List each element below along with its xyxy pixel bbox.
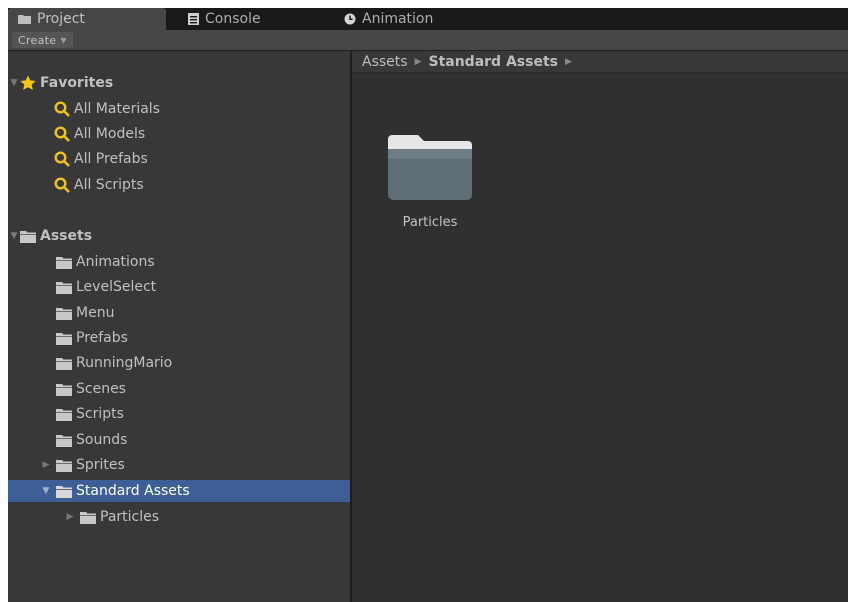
- tree-item-runningmario[interactable]: RunningMario: [8, 352, 350, 374]
- tab-bar: Project Console Animation: [8, 8, 848, 30]
- tree-item-label: LevelSelect: [76, 279, 157, 295]
- expand-arrow-icon[interactable]: ▶: [40, 460, 52, 470]
- folder-icon: [56, 332, 72, 345]
- folder-icon: [18, 14, 31, 24]
- tree-item-label: All Materials: [74, 101, 160, 117]
- tab-console-label: Console: [205, 11, 261, 27]
- tree-item-all-materials[interactable]: All Materials: [8, 98, 350, 120]
- folder-icon: [56, 256, 72, 269]
- create-label: Create: [18, 33, 57, 47]
- tree-item-label: Scenes: [76, 381, 126, 397]
- tab-animation[interactable]: Animation: [334, 8, 484, 30]
- console-icon: [188, 13, 199, 25]
- search-icon: [54, 177, 70, 193]
- folder-icon: [56, 408, 72, 421]
- breadcrumb: Assets ▶ Standard Assets ▶: [352, 51, 848, 73]
- chevron-down-icon: ▼: [60, 35, 67, 45]
- tab-project-label: Project: [37, 11, 85, 27]
- tree-item-particles[interactable]: ▶ Particles: [8, 506, 350, 528]
- create-button[interactable]: Create ▼: [12, 32, 73, 48]
- tree-panel-top: [8, 51, 350, 71]
- asset-tile-label: Particles: [402, 215, 458, 230]
- tree-item-label: All Models: [74, 126, 146, 142]
- toolbar: Create ▼: [8, 30, 848, 51]
- star-icon: [20, 75, 36, 91]
- folder-icon: [56, 459, 72, 472]
- tab-console[interactable]: Console: [178, 8, 318, 30]
- folder-icon: [56, 307, 72, 320]
- expand-arrow-icon[interactable]: ▼: [8, 78, 20, 88]
- asset-browser: Assets ▶ Standard Assets ▶ Particles: [352, 51, 848, 602]
- tree-item-levelselect[interactable]: LevelSelect: [8, 276, 350, 298]
- breadcrumb-standard-assets[interactable]: Standard Assets: [428, 54, 557, 70]
- tree-item-label: All Prefabs: [74, 151, 148, 167]
- tree-item-label: Prefabs: [76, 330, 128, 346]
- tree-item-sounds[interactable]: Sounds: [8, 429, 350, 451]
- folder-icon: [20, 230, 36, 243]
- tree-item-scenes[interactable]: Scenes: [8, 378, 350, 400]
- search-icon: [54, 101, 70, 117]
- folder-icon: [80, 511, 96, 524]
- tree-item-prefabs[interactable]: Prefabs: [8, 327, 350, 349]
- tree-favorites-label: Favorites: [40, 75, 114, 91]
- large-folder-icon: [386, 131, 474, 203]
- search-icon: [54, 151, 70, 167]
- chevron-right-icon[interactable]: ▶: [565, 57, 572, 67]
- tab-animation-label: Animation: [362, 11, 434, 27]
- folder-icon: [56, 357, 72, 370]
- tree-item-label: RunningMario: [76, 355, 173, 371]
- folder-icon: [56, 485, 72, 498]
- asset-tile-particles[interactable]: Particles: [380, 131, 480, 251]
- tree-item-menu[interactable]: Menu: [8, 302, 350, 324]
- tree-item-label: Animations: [76, 254, 155, 270]
- tree-favorites[interactable]: ▼ Favorites: [8, 72, 350, 94]
- tree-item-standard-assets[interactable]: ▼ Standard Assets: [8, 480, 350, 502]
- tree-item-all-scripts[interactable]: All Scripts: [8, 174, 350, 196]
- folder-icon: [56, 434, 72, 447]
- tree-item-label: Standard Assets: [76, 483, 190, 499]
- tree-item-all-models[interactable]: All Models: [8, 123, 350, 145]
- tree-item-label: Sprites: [76, 457, 125, 473]
- search-icon: [54, 126, 70, 142]
- tree-assets[interactable]: ▼ Assets: [8, 225, 350, 247]
- expand-arrow-icon[interactable]: ▶: [64, 512, 76, 522]
- expand-arrow-icon[interactable]: ▼: [8, 231, 20, 241]
- folder-icon: [56, 383, 72, 396]
- folder-icon: [56, 281, 72, 294]
- tree-item-animations[interactable]: Animations: [8, 251, 350, 273]
- tree-item-scripts[interactable]: Scripts: [8, 403, 350, 425]
- tree-item-sprites[interactable]: ▶ Sprites: [8, 454, 350, 476]
- tree-item-label: Sounds: [76, 432, 128, 448]
- project-window: Project Console Animation Create ▼ ▼ Fav…: [8, 8, 848, 602]
- tab-project[interactable]: Project: [8, 8, 166, 30]
- tree-assets-label: Assets: [40, 228, 93, 244]
- tree-item-all-prefabs[interactable]: All Prefabs: [8, 148, 350, 170]
- chevron-right-icon: ▶: [414, 56, 422, 67]
- expand-arrow-icon[interactable]: ▼: [40, 486, 52, 496]
- tree-item-label: All Scripts: [74, 177, 144, 193]
- breadcrumb-assets[interactable]: Assets: [362, 54, 408, 70]
- tree-item-label: Scripts: [76, 406, 124, 422]
- tree-item-label: Menu: [76, 305, 115, 321]
- clock-icon: [344, 13, 356, 25]
- tree-item-label: Particles: [100, 509, 160, 525]
